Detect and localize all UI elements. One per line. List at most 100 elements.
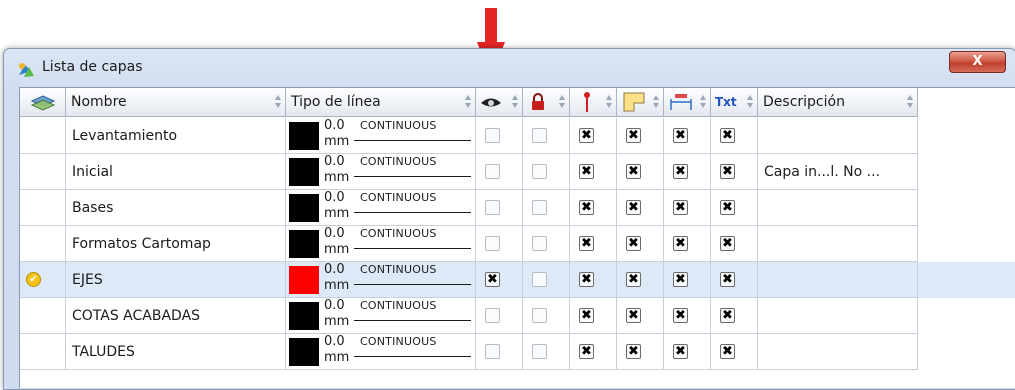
line-checkbox[interactable]: ✖ <box>579 344 594 359</box>
header-txt[interactable]: Txt <box>711 88 758 117</box>
line-checkbox[interactable]: ✖ <box>579 272 594 287</box>
fill-checkbox[interactable]: ✖ <box>626 308 641 323</box>
title-bar[interactable]: Lista de capas X <box>4 49 1015 85</box>
lock-checkbox[interactable] <box>532 272 547 287</box>
lock-checkbox[interactable] <box>532 164 547 179</box>
table-row[interactable]: ✔ EJES 0.0 mm CONTINUOUS ✖ ✖ ✖ ✖ ✖ <box>20 262 1015 298</box>
sort-arrows-icon[interactable] <box>512 95 519 110</box>
table-row[interactable]: Levantamiento 0.0 mm CONTINUOUS ✖ ✖ ✖ ✖ <box>20 118 1015 154</box>
dimension-checkbox[interactable]: ✖ <box>673 236 688 251</box>
linetype-cell[interactable]: 0.0 mm CONTINUOUS <box>286 118 476 154</box>
visible-checkbox[interactable] <box>485 164 500 179</box>
visible-checkbox[interactable] <box>485 344 500 359</box>
lock-checkbox[interactable] <box>532 200 547 215</box>
fill-checkbox[interactable]: ✖ <box>626 200 641 215</box>
layer-name[interactable]: TALUDES <box>66 334 286 370</box>
layer-description[interactable]: Capa in...l. No ... <box>758 154 918 190</box>
text-checkbox[interactable]: ✖ <box>720 128 735 143</box>
text-checkbox[interactable]: ✖ <box>720 308 735 323</box>
table-row[interactable]: COTAS ACABADAS 0.0 mm CONTINUOUS ✖ ✖ ✖ ✖ <box>20 298 1015 334</box>
color-swatch[interactable] <box>289 266 319 294</box>
header-dimension[interactable] <box>664 88 711 117</box>
layer-name[interactable]: COTAS ACABADAS <box>66 298 286 334</box>
sort-arrows-icon[interactable] <box>747 95 754 110</box>
close-button[interactable]: X <box>949 51 1006 73</box>
visible-checkbox[interactable] <box>485 236 500 251</box>
layer-name[interactable]: Levantamiento <box>66 118 286 154</box>
header-visible[interactable] <box>476 88 523 117</box>
header-nombre[interactable]: Nombre <box>66 88 286 117</box>
layer-description[interactable] <box>758 298 918 334</box>
fill-checkbox[interactable]: ✖ <box>626 344 641 359</box>
table-row[interactable]: Inicial 0.0 mm CONTINUOUS ✖ ✖ ✖ ✖ Capa in...l. N… <box>20 154 1015 190</box>
lock-checkbox[interactable] <box>532 236 547 251</box>
line-checkbox[interactable]: ✖ <box>579 128 594 143</box>
color-swatch[interactable] <box>289 122 319 150</box>
current-layer-cell[interactable] <box>20 226 66 262</box>
sort-arrows-icon[interactable] <box>700 95 707 110</box>
sort-arrows-icon[interactable] <box>606 95 613 110</box>
current-layer-cell[interactable] <box>20 334 66 370</box>
sort-arrows-icon[interactable] <box>653 95 660 110</box>
current-layer-cell[interactable] <box>20 298 66 334</box>
header-tipo-linea[interactable]: Tipo de línea <box>286 88 476 117</box>
text-checkbox[interactable]: ✖ <box>720 272 735 287</box>
sort-arrows-icon[interactable] <box>559 95 566 110</box>
linetype-cell[interactable]: 0.0 mm CONTINUOUS <box>286 334 476 370</box>
layer-description[interactable] <box>758 190 918 226</box>
header-layers-column[interactable] <box>20 88 66 117</box>
fill-checkbox[interactable]: ✖ <box>626 128 641 143</box>
linetype-cell[interactable]: 0.0 mm CONTINUOUS <box>286 190 476 226</box>
visible-checkbox[interactable]: ✖ <box>485 272 500 287</box>
color-swatch[interactable] <box>289 158 319 186</box>
table-row[interactable]: Bases 0.0 mm CONTINUOUS ✖ ✖ ✖ ✖ <box>20 190 1015 226</box>
text-checkbox[interactable]: ✖ <box>720 164 735 179</box>
header-lock[interactable] <box>523 88 570 117</box>
header-fill[interactable] <box>617 88 664 117</box>
color-swatch[interactable] <box>289 338 319 366</box>
sort-arrows-icon[interactable] <box>275 95 282 110</box>
visible-checkbox[interactable] <box>485 200 500 215</box>
current-layer-cell[interactable]: ✔ <box>20 262 66 298</box>
layer-name[interactable]: Formatos Cartomap <box>66 226 286 262</box>
layer-name[interactable]: Inicial <box>66 154 286 190</box>
color-swatch[interactable] <box>289 302 319 330</box>
layer-description[interactable] <box>758 118 918 154</box>
visible-checkbox[interactable] <box>485 308 500 323</box>
dimension-checkbox[interactable]: ✖ <box>673 164 688 179</box>
text-checkbox[interactable]: ✖ <box>720 200 735 215</box>
linetype-cell[interactable]: 0.0 mm CONTINUOUS <box>286 298 476 334</box>
line-checkbox[interactable]: ✖ <box>579 308 594 323</box>
table-row[interactable]: TALUDES 0.0 mm CONTINUOUS ✖ ✖ ✖ ✖ <box>20 334 1015 370</box>
header-line[interactable] <box>570 88 617 117</box>
current-layer-cell[interactable] <box>20 154 66 190</box>
current-layer-cell[interactable] <box>20 118 66 154</box>
text-checkbox[interactable]: ✖ <box>720 236 735 251</box>
layer-description[interactable] <box>758 334 918 370</box>
color-swatch[interactable] <box>289 230 319 258</box>
linetype-cell[interactable]: 0.0 mm CONTINUOUS <box>286 226 476 262</box>
layer-name[interactable]: Bases <box>66 190 286 226</box>
header-descripcion[interactable]: Descripción <box>758 88 918 117</box>
current-layer-cell[interactable] <box>20 190 66 226</box>
line-checkbox[interactable]: ✖ <box>579 164 594 179</box>
layer-description[interactable] <box>758 226 918 262</box>
lock-checkbox[interactable] <box>532 344 547 359</box>
linetype-cell[interactable]: 0.0 mm CONTINUOUS <box>286 262 476 298</box>
color-swatch[interactable] <box>289 194 319 222</box>
visible-checkbox[interactable] <box>485 128 500 143</box>
lock-checkbox[interactable] <box>532 128 547 143</box>
sort-arrows-icon[interactable] <box>907 95 914 110</box>
layer-description[interactable] <box>758 262 918 298</box>
table-row[interactable]: Formatos Cartomap 0.0 mm CONTINUOUS ✖ ✖ ✖ ✖ <box>20 226 1015 262</box>
lock-checkbox[interactable] <box>532 308 547 323</box>
fill-checkbox[interactable]: ✖ <box>626 164 641 179</box>
dimension-checkbox[interactable]: ✖ <box>673 308 688 323</box>
line-checkbox[interactable]: ✖ <box>579 236 594 251</box>
dimension-checkbox[interactable]: ✖ <box>673 200 688 215</box>
fill-checkbox[interactable]: ✖ <box>626 272 641 287</box>
layer-name[interactable]: EJES <box>66 262 286 298</box>
dimension-checkbox[interactable]: ✖ <box>673 128 688 143</box>
dimension-checkbox[interactable]: ✖ <box>673 344 688 359</box>
fill-checkbox[interactable]: ✖ <box>626 236 641 251</box>
